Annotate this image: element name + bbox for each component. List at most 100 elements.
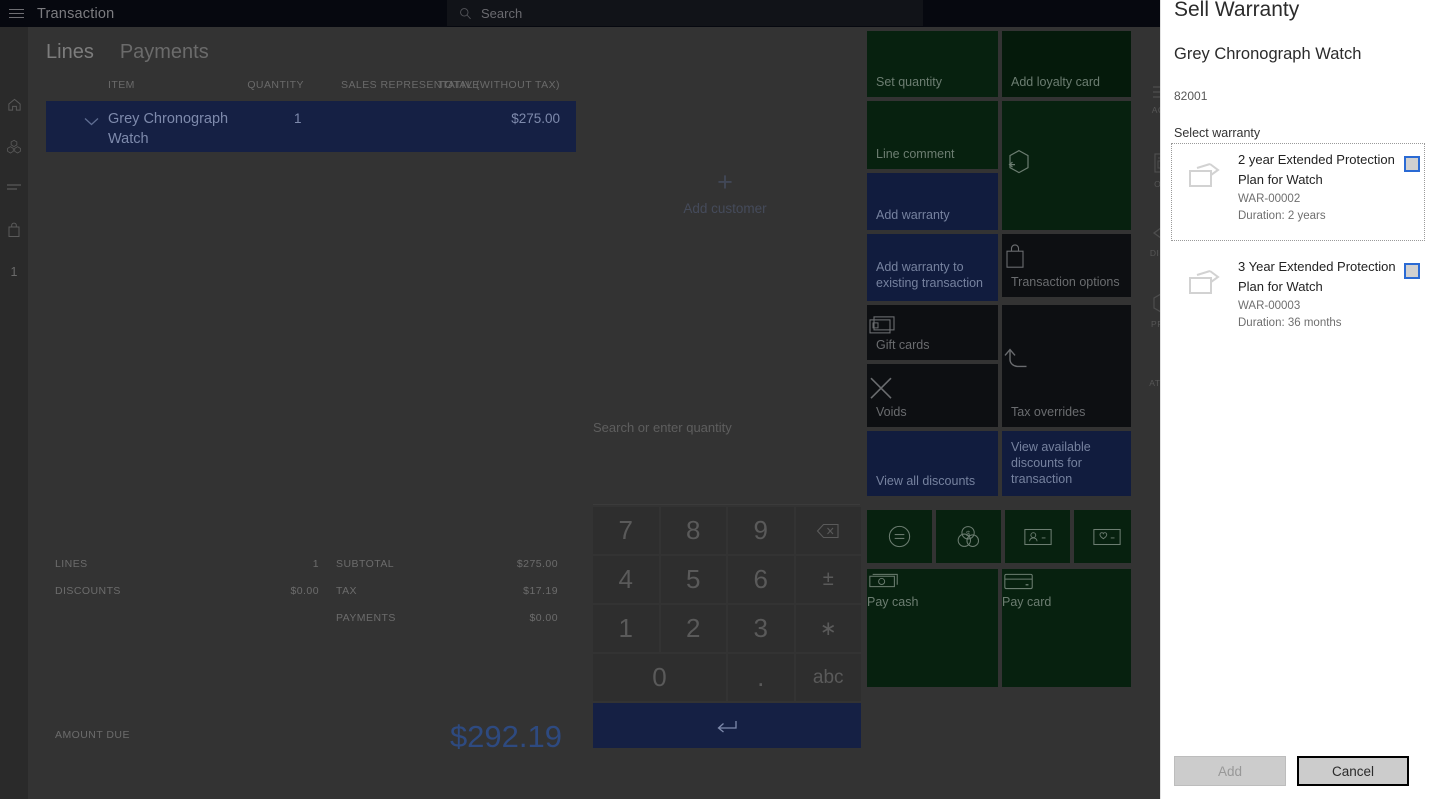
tile-transaction-options[interactable]: Transaction options — [1002, 234, 1133, 297]
tab-payments[interactable]: Payments — [120, 41, 209, 64]
tile-add-warranty[interactable]: Add warranty — [867, 173, 998, 230]
left-navigation-rail: 1 — [0, 27, 28, 799]
tile-add-loyalty-card[interactable]: Add loyalty card — [1002, 31, 1133, 97]
abc-key[interactable]: abc — [795, 654, 861, 701]
close-x-icon — [867, 374, 998, 402]
add-customer-button[interactable]: + Add customer — [583, 167, 867, 216]
giftcard-icon — [867, 311, 998, 335]
tile-pay-cash[interactable]: Pay cash — [867, 569, 998, 687]
subtotal-value: $275.00 — [516, 558, 558, 570]
warranty-checkbox[interactable] — [1404, 156, 1420, 172]
dialog-product-id: 82001 — [1174, 89, 1208, 103]
discounts-label: DISCOUNTS — [55, 585, 121, 597]
tile-view-available-discounts[interactable]: View available discounts for transaction — [1002, 431, 1133, 496]
payments-label: PAYMENTS — [336, 612, 396, 624]
plus-minus-key[interactable]: ± — [795, 556, 861, 603]
list-item[interactable]: 3 Year Extended Protection Plan for Watc… — [1172, 251, 1424, 347]
search-input[interactable]: Search — [447, 0, 923, 26]
totals-summary: LINES 1 SUBTOTAL $275.00 DISCOUNTS $0.00… — [46, 554, 576, 754]
tile-label: Pay card — [1002, 595, 1052, 609]
dialog-product-name: Grey Chronograph Watch — [1174, 45, 1362, 63]
backspace-icon[interactable] — [795, 507, 861, 554]
list-item[interactable]: 2 year Extended Protection Plan for Watc… — [1171, 143, 1425, 241]
tile-label: Add warranty to existing transaction — [876, 260, 984, 290]
key-9[interactable]: 9 — [728, 507, 794, 554]
search-icon — [459, 7, 472, 20]
tile-add-warranty-existing-transaction[interactable]: Add warranty to existing transaction — [867, 234, 998, 301]
key-5[interactable]: 5 — [660, 556, 726, 603]
quantity-input-placeholder[interactable]: Search or enter quantity — [593, 420, 732, 435]
tab-lines[interactable]: Lines — [46, 41, 94, 64]
tile-loyalty-card[interactable] — [1074, 510, 1139, 563]
tile-return-product[interactable] — [1002, 101, 1133, 230]
key-0[interactable]: 0 — [593, 654, 726, 701]
key-2[interactable]: 2 — [660, 605, 726, 652]
action-tiles-panel: Set quantity Add loyalty card Line comme… — [867, 31, 1141, 691]
line-item-quantity: 1 — [294, 111, 302, 126]
column-header-item: ITEM — [108, 79, 135, 91]
warranty-id: WAR-00002 — [1238, 193, 1301, 205]
sidebar-item-home[interactable] — [0, 83, 28, 125]
key-1[interactable]: 1 — [593, 605, 659, 652]
key-6[interactable]: 6 — [728, 556, 794, 603]
no-image-placeholder-icon — [1176, 257, 1238, 340]
tile-tax-overrides[interactable]: Tax overrides — [1002, 305, 1133, 427]
tile-currency[interactable]: $ — [936, 510, 1001, 563]
table-row[interactable]: Grey Chronograph Watch 1 $275.00 — [46, 101, 576, 152]
tax-label: TAX — [336, 585, 357, 597]
tile-label: Transaction options — [1011, 275, 1120, 289]
chevron-down-icon[interactable] — [84, 117, 99, 126]
cash-bill-icon — [867, 569, 998, 593]
tile-gift-cards[interactable]: Gift cards — [867, 305, 998, 360]
sidebar-item-lines[interactable] — [0, 167, 28, 209]
tile-voids[interactable]: Voids — [867, 364, 998, 427]
tile-equals-circle[interactable] — [867, 510, 932, 563]
tile-view-all-discounts[interactable]: View all discounts — [867, 431, 998, 496]
dialog-title: Sell Warranty — [1174, 0, 1300, 21]
hamburger-icon[interactable] — [2, 0, 30, 27]
tile-label: View all discounts — [876, 474, 976, 488]
warranty-id: WAR-00003 — [1238, 300, 1301, 312]
page-title: Transaction — [37, 5, 115, 22]
discounts-value: $0.00 — [290, 585, 319, 597]
tile-set-quantity[interactable]: Set quantity — [867, 31, 998, 97]
sidebar-item-products[interactable] — [0, 125, 28, 167]
amount-due-value: $292.19 — [449, 719, 562, 754]
key-3[interactable]: 3 — [728, 605, 794, 652]
coins-currency-icon: $ — [955, 523, 983, 550]
warranty-duration: Duration: 36 months — [1238, 317, 1342, 329]
warranty-duration: Duration: 2 years — [1238, 210, 1326, 222]
line-item-total: $275.00 — [511, 111, 560, 126]
tile-label: Set quantity — [876, 75, 943, 89]
key-8[interactable]: 8 — [660, 507, 726, 554]
tile-pay-card[interactable]: Pay card — [1002, 569, 1133, 687]
key-7[interactable]: 7 — [593, 507, 659, 554]
tile-id-card[interactable] — [1005, 510, 1070, 563]
warranty-checkbox[interactable] — [1404, 263, 1420, 279]
payments-value: $0.00 — [529, 612, 558, 624]
warranty-list: 2 year Extended Protection Plan for Watc… — [1171, 143, 1425, 347]
home-icon — [7, 97, 22, 112]
return-box-icon — [1002, 145, 1133, 179]
pos-screen: Transaction Search 1 Lines Payments ITEM… — [0, 0, 1431, 799]
amount-due-label: AMOUNT DUE — [55, 729, 130, 741]
products-cubes-icon — [6, 139, 22, 154]
warranty-name: 3 Year Extended Protection Plan for Watc… — [1238, 259, 1396, 294]
undo-arrow-icon — [1002, 344, 1133, 374]
tile-label: Add loyalty card — [1011, 75, 1100, 89]
enter-arrow-icon[interactable] — [593, 703, 861, 748]
small-action-tiles: $ — [867, 510, 1141, 563]
sidebar-item-count[interactable]: 1 — [0, 251, 28, 293]
loyalty-card-icon — [1092, 526, 1122, 548]
decimal-key[interactable]: . — [728, 654, 794, 701]
add-customer-label: Add customer — [683, 201, 767, 216]
cancel-button[interactable]: Cancel — [1297, 756, 1409, 786]
key-4[interactable]: 4 — [593, 556, 659, 603]
tile-line-comment[interactable]: Line comment — [867, 101, 998, 169]
warranty-name: 2 year Extended Protection Plan for Watc… — [1238, 152, 1395, 187]
column-header-total: TOTAL (WITHOUT TAX) — [437, 79, 560, 91]
credit-card-icon — [1002, 569, 1133, 593]
asterisk-key[interactable]: ∗ — [795, 605, 861, 652]
add-button[interactable]: Add — [1174, 756, 1286, 786]
sidebar-item-bag[interactable] — [0, 209, 28, 251]
